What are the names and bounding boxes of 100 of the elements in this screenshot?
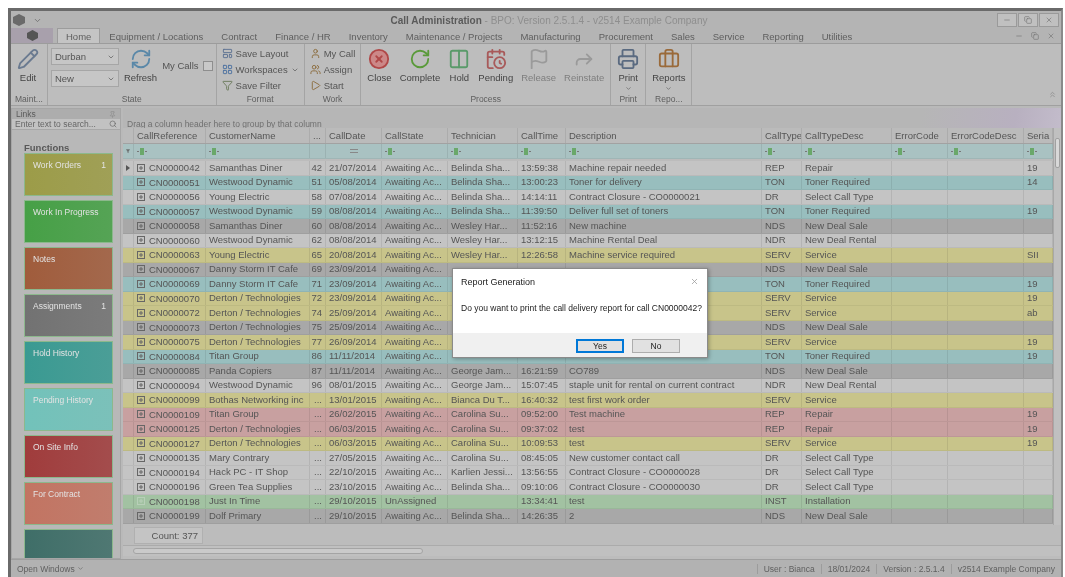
- table-cell: Bothas Networking inc: [206, 393, 310, 407]
- table-cell: Toner Required: [802, 349, 892, 363]
- table-cell: Select Call Type: [802, 451, 892, 465]
- status-item: v2514 Example Company: [950, 563, 1061, 574]
- table-cell: New machine: [566, 219, 762, 233]
- table-cell: Westwood Dynamic: [206, 233, 310, 247]
- table-cell: Awaiting Ac...: [382, 436, 448, 450]
- table-cell: Awaiting Ac...: [382, 291, 448, 305]
- table-cell: test: [566, 494, 762, 508]
- table-cell: New Deal Sale: [802, 219, 892, 233]
- table-cell: Awaiting Ac...: [382, 320, 448, 334]
- table-cell: ...: [310, 509, 326, 523]
- table-cell: 08:45:05: [518, 451, 566, 465]
- table-cell: Derton / Technologies: [206, 306, 310, 320]
- table-cell: CN0000135: [149, 452, 200, 464]
- table-cell: 22/10/2015: [326, 465, 382, 479]
- table-cell: Westwood Dynamic: [206, 175, 310, 189]
- table-cell: New Deal Sale: [802, 262, 892, 276]
- table-cell: Awaiting Ac...: [382, 175, 448, 189]
- table-cell: Awaiting Ac...: [382, 219, 448, 233]
- table-cell: Awaiting Ac...: [382, 277, 448, 291]
- table-cell: 74: [310, 306, 326, 320]
- table-cell: NDS: [762, 219, 802, 233]
- table-cell: 65: [310, 248, 326, 262]
- table-cell: 08/08/2014: [326, 204, 382, 218]
- table-cell: Awaiting Ac...: [382, 349, 448, 363]
- table-cell: CN0000075: [149, 336, 200, 348]
- table-cell: CN0000072: [149, 307, 200, 319]
- table-cell: Awaiting Ac...: [382, 422, 448, 436]
- table-cell: CN0000063: [149, 249, 200, 261]
- table-cell: Deliver full set of toners: [566, 204, 762, 218]
- table-cell: 20/08/2014: [326, 248, 382, 262]
- table-cell: Awaiting Ac...: [382, 509, 448, 523]
- table-cell: 13/01/2015: [326, 393, 382, 407]
- table-cell: CO789: [566, 364, 762, 378]
- table-cell: New Deal Rental: [802, 378, 892, 392]
- table-cell: Awaiting Ac...: [382, 407, 448, 421]
- dialog-message: Do you want to print the call delivery report for call CN0000042?: [460, 302, 703, 315]
- status-item: Version : 2.5.1.4: [876, 563, 951, 574]
- table-cell: Service: [802, 436, 892, 450]
- table-cell: NDR: [762, 378, 802, 392]
- table-cell: CN0000042: [149, 162, 200, 174]
- table-cell: Carolina Su...: [448, 451, 518, 465]
- table-cell: Belinda Sha...: [448, 509, 518, 523]
- table-cell: Service: [802, 335, 892, 349]
- table-cell: Service: [802, 393, 892, 407]
- table-cell: 13:59:38: [518, 161, 566, 175]
- table-cell: SERV: [762, 291, 802, 305]
- table-cell: Hack PC - IT Shop: [206, 465, 310, 479]
- table-cell: TON: [762, 277, 802, 291]
- table-cell: 14:26:35: [518, 509, 566, 523]
- table-cell: CN0000069: [149, 278, 200, 290]
- table-cell: Belinda Sha...: [448, 175, 518, 189]
- table-cell: 75: [310, 320, 326, 334]
- table-cell: Titan Group: [206, 407, 310, 421]
- table-cell: Carolina Su...: [448, 407, 518, 421]
- table-cell: Young Electric: [206, 190, 310, 204]
- table-cell: Westwood Dynamic: [206, 204, 310, 218]
- table-cell: TON: [762, 204, 802, 218]
- table-cell: SERV: [762, 306, 802, 320]
- table-cell: Karlien Jessi...: [448, 465, 518, 479]
- table-cell: INST: [762, 494, 802, 508]
- table-cell: 09:37:02: [518, 422, 566, 436]
- table-cell: 71: [310, 277, 326, 291]
- table-cell: Toner Required: [802, 204, 892, 218]
- table-cell: 69: [310, 262, 326, 276]
- checkbox-label: My Calls: [162, 60, 199, 71]
- table-cell: staple unit for rental on current contract: [566, 378, 762, 392]
- table-cell: SERV: [762, 248, 802, 262]
- table-cell: DR: [762, 465, 802, 479]
- table-cell: Wesley Har...: [448, 248, 518, 262]
- table-cell: 62: [310, 233, 326, 247]
- table-cell: 13:00:23: [518, 175, 566, 189]
- table-cell: Danny Storm IT Cafe: [206, 277, 310, 291]
- table-cell: UnAssigned: [382, 494, 448, 508]
- table-cell: Wesley Har...: [448, 233, 518, 247]
- table-cell: Repair: [802, 407, 892, 421]
- table-cell: ...: [310, 436, 326, 450]
- table-cell: 27/05/2015: [326, 451, 382, 465]
- table-cell: Select Call Type: [802, 465, 892, 479]
- table-cell: CN0000067: [149, 263, 200, 275]
- table-cell: CN0000198: [149, 495, 200, 507]
- table-cell: 60: [310, 219, 326, 233]
- table-cell: 11/11/2014: [326, 364, 382, 378]
- table-cell: Belinda Sha...: [448, 204, 518, 218]
- table-cell: Derton / Technologies: [206, 335, 310, 349]
- table-cell: CN0000099: [149, 394, 200, 406]
- table-cell: DR: [762, 480, 802, 494]
- table-cell: CN0000094: [149, 379, 200, 391]
- table-cell: 11:52:16: [518, 219, 566, 233]
- table-cell: New Deal Sale: [802, 364, 892, 378]
- table-cell: CN0000085: [149, 365, 200, 377]
- table-cell: Derton / Technologies: [206, 320, 310, 334]
- table-cell: 08/08/2014: [326, 233, 382, 247]
- status-item: 18/01/2024: [820, 563, 877, 574]
- table-cell: George Jam...: [448, 378, 518, 392]
- table-cell: ...: [310, 422, 326, 436]
- table-cell: CN0000070: [149, 292, 200, 304]
- table-cell: 87: [310, 364, 326, 378]
- table-cell: CN0000196: [149, 481, 200, 493]
